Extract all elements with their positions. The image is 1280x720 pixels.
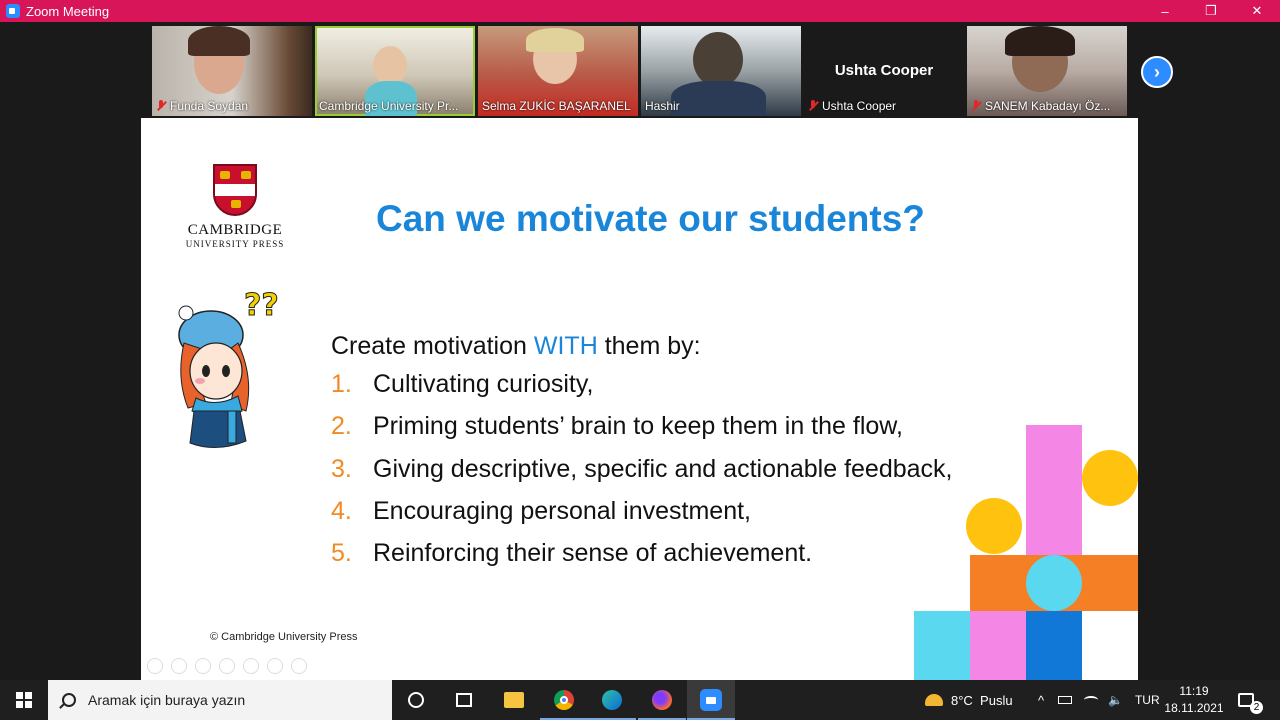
minimize-button[interactable]: – [1142, 0, 1188, 22]
more-icon[interactable] [291, 658, 307, 674]
taskbar-search[interactable]: Aramak için buraya yazın [48, 680, 392, 720]
chrome-button[interactable] [540, 680, 588, 720]
muted-mic-icon [808, 100, 818, 112]
participant-name: SANEM Kabadayı Öz... [971, 99, 1110, 113]
participant-tile[interactable]: Hashir [641, 26, 801, 116]
weather-text: 8°C Puslu [951, 692, 1013, 708]
volume-icon[interactable]: 🔈 [1108, 693, 1123, 707]
deco-circle-yellow [966, 498, 1022, 554]
participant-tile-active[interactable]: Cambridge University Pr... [315, 26, 475, 116]
participant-tile-video-off[interactable]: Ushta Cooper Ushta Cooper [804, 26, 964, 116]
slide-controls [147, 658, 307, 674]
next-slide-icon[interactable] [171, 658, 187, 674]
participant-video-hair [526, 28, 584, 52]
windows-logo-icon [16, 692, 32, 708]
cambridge-logo: CAMBRIDGE UNIVERSITY PRESS [185, 164, 285, 249]
muted-mic-icon [971, 100, 981, 112]
participant-name: Hashir [645, 99, 680, 113]
file-explorer-button[interactable] [490, 680, 538, 720]
next-participants-button[interactable]: › [1141, 56, 1173, 88]
edge-icon [602, 690, 622, 710]
participant-strip: Funda Soydan Cambridge University Pr... … [0, 22, 1280, 118]
window-controls: – ❐ ✕ [1142, 0, 1280, 22]
zoom-icon [700, 689, 722, 711]
system-tray: ^ 🔈 TUR [1034, 680, 1160, 720]
pen-icon[interactable] [195, 658, 211, 674]
participant-video [373, 46, 407, 86]
participant-name: Cambridge University Pr... [319, 99, 459, 113]
participant-name: Funda Soydan [156, 99, 248, 113]
weather-widget[interactable]: 8°C Puslu [925, 680, 1013, 720]
list-item: 5. Reinforcing their sense of achievement… [331, 539, 813, 568]
deco-block-pink [1026, 425, 1082, 555]
deco-circle-cyan [1026, 555, 1082, 611]
participant-tile[interactable]: SANEM Kabadayı Öz... [967, 26, 1127, 116]
edge-button[interactable] [588, 680, 636, 720]
start-button[interactable] [0, 680, 48, 720]
search-placeholder: Aramak için buraya yazın [88, 692, 246, 708]
deco-block-orange [970, 555, 1026, 611]
slide-copyright: © Cambridge University Press [210, 631, 358, 643]
participant-video-body [671, 81, 766, 116]
deco-block-blue [1026, 611, 1082, 680]
participant-tile[interactable]: Funda Soydan [152, 26, 312, 116]
subtitles-icon[interactable] [267, 658, 283, 674]
zoom-taskbar-button[interactable] [687, 680, 735, 720]
participant-name: Selma ZUKİC BAŞARANEL [482, 99, 631, 113]
muted-mic-icon [156, 100, 166, 112]
close-button[interactable]: ✕ [1234, 0, 1280, 22]
logo-line1: CAMBRIDGE [187, 222, 283, 238]
chevron-right-icon: › [1154, 61, 1160, 82]
prev-slide-icon[interactable] [147, 658, 163, 674]
chevron-up-icon[interactable]: ^ [1034, 693, 1048, 708]
firefox-icon [652, 690, 672, 710]
task-view-icon [456, 693, 472, 707]
cortana-button[interactable] [392, 680, 440, 720]
shared-slide: CAMBRIDGE UNIVERSITY PRESS Can we motiva… [141, 118, 1138, 680]
cortana-icon [408, 692, 424, 708]
participant-video-hair [1005, 26, 1075, 56]
language-indicator[interactable]: TUR [1135, 693, 1160, 707]
taskbar-clock[interactable]: 11:19 18.11.2021 [1162, 683, 1226, 717]
deco-block-pink [970, 611, 1026, 680]
thinking-girl-illustration: ?? [178, 288, 279, 448]
deco-block-cyan [914, 611, 970, 680]
participant-tile[interactable]: Selma ZUKİC BAŞARANEL [478, 26, 638, 116]
wifi-icon[interactable] [1084, 696, 1098, 704]
list-item: 4. Encouraging personal investment, [331, 496, 752, 525]
search-icon [62, 693, 76, 707]
participant-video-hair [188, 26, 250, 56]
slides-icon[interactable] [219, 658, 235, 674]
svg-text:??: ?? [244, 288, 279, 323]
taskbar: Aramak için buraya yazın 8°C Puslu ^ 🔈 T… [0, 680, 1280, 720]
deco-circle-yellow [1082, 450, 1138, 506]
firefox-button[interactable] [638, 680, 686, 720]
list-item: 2. Priming students’ brain to keep them i… [331, 412, 903, 441]
list-item: 3. Giving descriptive, specific and actio… [331, 454, 953, 483]
deco-block-orange [1082, 555, 1138, 611]
chrome-icon [554, 690, 574, 710]
clock-date: 18.11.2021 [1164, 701, 1224, 715]
zoom-app-icon [6, 4, 20, 18]
participant-video [693, 32, 743, 87]
participant-name: Ushta Cooper [808, 99, 896, 113]
list-item: 1. Cultivating curiosity, [331, 370, 594, 398]
task-view-button[interactable] [440, 680, 488, 720]
window-title: Zoom Meeting [26, 3, 110, 19]
zoom-icon[interactable] [243, 658, 259, 674]
motivation-list: 1. Cultivating curiosity, 2. Priming stude… [331, 370, 953, 581]
clock-time: 11:19 [1179, 684, 1209, 698]
participant-display-name: Ushta Cooper [834, 62, 934, 79]
notification-center-button[interactable]: 2 [1238, 680, 1263, 720]
logo-line2: UNIVERSITY PRESS [185, 239, 285, 249]
folder-icon [504, 692, 524, 708]
intro-text: Create motivation WITH them by: [331, 332, 701, 360]
notification-count: 2 [1250, 700, 1263, 714]
weather-fog-icon [925, 694, 943, 706]
battery-icon[interactable] [1058, 696, 1072, 704]
cambridge-crest-icon [213, 164, 257, 216]
title-bar: Zoom Meeting – ❐ ✕ [0, 0, 1280, 22]
restore-button[interactable]: ❐ [1188, 0, 1234, 22]
slide-title: Can we motivate our students? [376, 198, 925, 239]
